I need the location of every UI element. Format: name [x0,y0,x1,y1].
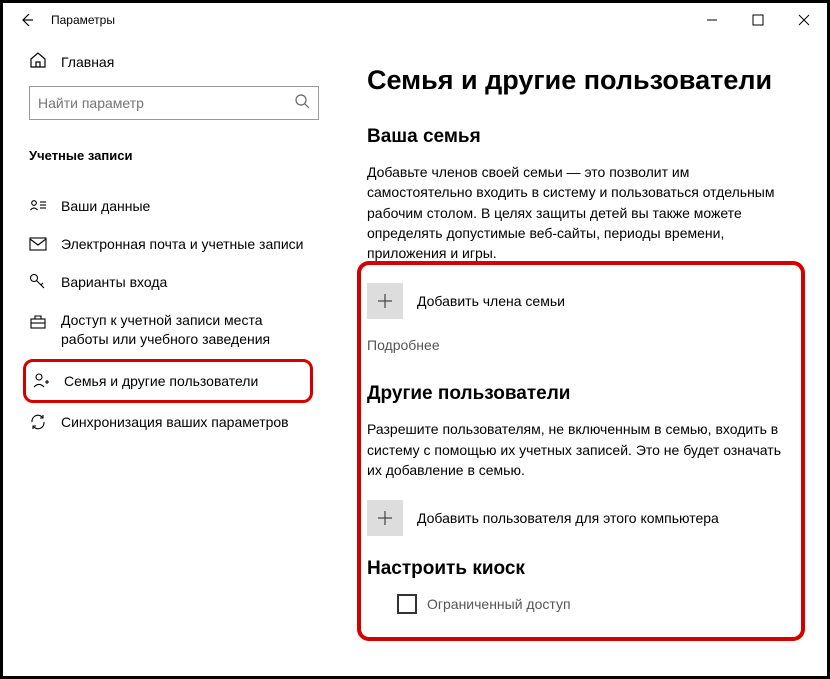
search-input[interactable] [38,95,294,111]
others-heading: Другие пользователи [367,383,793,405]
page-title: Семья и другие пользователи [367,65,793,96]
add-family-label: Добавить члена семьи [417,293,565,309]
sidebar-item-work[interactable]: Доступ к учетной записи места работы или… [29,301,319,359]
kiosk-heading: Настроить киоск [367,558,793,580]
mail-icon [29,235,47,253]
add-other-label: Добавить пользователя для этого компьюте… [417,510,719,526]
titlebar: Параметры [3,3,827,37]
sidebar-item-label: Синхронизация ваших параметров [61,414,289,430]
sidebar-item-label: Ваши данные [61,198,150,214]
minimize-button[interactable] [689,3,735,37]
sidebar-item-email[interactable]: Электронная почта и учетные записи [29,225,319,263]
add-family-member-button[interactable]: Добавить члена семьи [367,283,793,319]
more-link[interactable]: Подробнее [367,337,793,353]
plus-icon [367,283,403,319]
search-icon [294,93,310,114]
sidebar-item-label: Варианты входа [61,274,167,290]
family-desc: Добавьте членов своей семьи — это позвол… [367,162,793,263]
restricted-access-row[interactable]: Ограниченный доступ [367,594,793,614]
sidebar-item-your-info[interactable]: Ваши данные [29,187,319,225]
sidebar-item-label: Электронная почта и учетные записи [61,236,303,252]
sidebar-item-family[interactable]: Семья и другие пользователи [23,359,313,403]
sidebar-item-signin[interactable]: Варианты входа [29,263,319,301]
person-plus-icon [32,372,50,390]
home-label: Главная [61,54,114,70]
home-icon [29,51,47,72]
briefcase-icon [29,313,47,331]
key-icon [29,273,47,291]
sync-icon [29,413,47,431]
restricted-label: Ограниченный доступ [427,596,571,612]
back-button[interactable] [13,6,41,34]
family-heading: Ваша семья [367,126,793,148]
sidebar-item-label: Доступ к учетной записи места работы или… [61,311,311,349]
search-input-wrap[interactable] [29,86,319,120]
plus-icon [367,500,403,536]
home-link[interactable]: Главная [29,51,333,72]
main-panel: Семья и другие пользователи Ваша семья Д… [333,37,827,676]
maximize-button[interactable] [735,3,781,37]
settings-window: Параметры Главная Учетные записи [3,3,827,676]
window-title: Параметры [51,13,115,27]
sidebar: Главная Учетные записи Ваши данные Элект… [3,37,333,676]
person-card-icon [29,197,47,215]
others-desc: Разрешите пользователям, не включенным в… [367,419,793,480]
sidebar-item-label: Семья и другие пользователи [64,373,258,389]
sidebar-item-sync[interactable]: Синхронизация ваших параметров [29,403,319,441]
section-label: Учетные записи [29,148,333,163]
add-other-user-button[interactable]: Добавить пользователя для этого компьюте… [367,500,793,536]
checkbox-icon[interactable] [397,594,417,614]
close-button[interactable] [781,3,827,37]
